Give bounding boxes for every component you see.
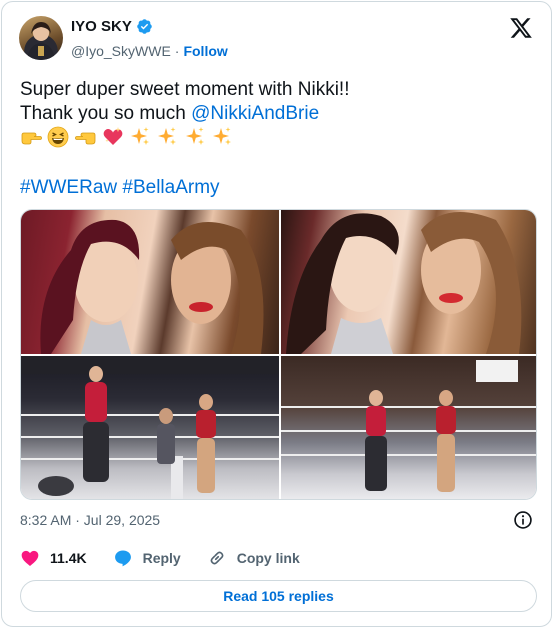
link-icon bbox=[210, 551, 224, 565]
point-right-emoji-icon bbox=[21, 132, 42, 145]
photo-ring-1[interactable] bbox=[21, 356, 279, 499]
tweet-timestamp[interactable]: 8:32 AM · Jul 29, 2025 bbox=[20, 512, 160, 528]
photo-ring-2-image bbox=[365, 360, 518, 492]
heart-icon bbox=[21, 550, 39, 566]
hashtag-link[interactable]: #WWERaw bbox=[20, 177, 117, 198]
hashtag-row: #WWERaw #BellaArmy bbox=[20, 176, 220, 200]
media-grid bbox=[20, 209, 537, 500]
sparkles-emoji-icon bbox=[131, 127, 150, 145]
action-bar: 11.4K Reply Copy link bbox=[20, 548, 326, 568]
photo-ring-1-image bbox=[21, 356, 279, 499]
follow-button[interactable]: Follow bbox=[183, 43, 227, 59]
sparkles-emoji-icon bbox=[158, 127, 177, 145]
tweet-text: Super duper sweet moment with Nikki!! Th… bbox=[20, 78, 535, 150]
x-logo-icon[interactable] bbox=[509, 16, 533, 40]
tweet-embed-card: IYO SKY @Iyo_SkyWWE · Follow Super duper… bbox=[1, 1, 552, 627]
author-name-row: IYO SKY bbox=[71, 18, 153, 35]
emoji-row bbox=[20, 126, 535, 150]
tweet-line-2: Thank you so much @NikkiAndBrie bbox=[20, 102, 535, 126]
photo-selfie-2-image bbox=[286, 212, 522, 354]
sparkles-emoji-icon bbox=[212, 127, 231, 145]
hashtag-link[interactable]: #BellaArmy bbox=[122, 177, 219, 198]
author-handle[interactable]: @Iyo_SkyWWE bbox=[71, 43, 171, 59]
reply-button[interactable]: Reply bbox=[113, 548, 181, 568]
like-count: 11.4K bbox=[50, 550, 87, 566]
info-icon[interactable] bbox=[513, 510, 533, 530]
handle-separator: · bbox=[174, 43, 180, 59]
reply-bubble-icon bbox=[114, 550, 131, 567]
author-avatar[interactable] bbox=[19, 16, 63, 60]
read-replies-button[interactable]: Read 105 replies bbox=[20, 580, 537, 612]
sparkling-heart-emoji-icon bbox=[103, 127, 123, 145]
photo-selfie-1[interactable] bbox=[21, 210, 279, 354]
grinning-squinting-emoji-icon bbox=[47, 126, 69, 148]
like-button[interactable]: 11.4K bbox=[20, 548, 87, 568]
reply-label: Reply bbox=[142, 550, 181, 566]
tweet-line-2-text: Thank you so much bbox=[20, 103, 192, 124]
tweet-line-1: Super duper sweet moment with Nikki!! bbox=[20, 79, 350, 100]
point-left-emoji-icon bbox=[74, 132, 95, 145]
verified-badge-icon bbox=[137, 19, 152, 34]
mention-link[interactable]: @NikkiAndBrie bbox=[191, 103, 319, 124]
photo-selfie-1-image bbox=[40, 219, 264, 354]
photo-ring-2[interactable] bbox=[281, 356, 536, 499]
copy-link-label: Copy link bbox=[236, 550, 300, 566]
author-display-name[interactable]: IYO SKY bbox=[71, 18, 132, 35]
author-handle-row: @Iyo_SkyWWE · Follow bbox=[71, 43, 228, 59]
photo-selfie-2[interactable] bbox=[281, 210, 536, 354]
avatar-image bbox=[27, 22, 55, 60]
copy-link-button[interactable]: Copy link bbox=[207, 548, 300, 568]
sparkles-emoji-icon bbox=[185, 127, 204, 145]
